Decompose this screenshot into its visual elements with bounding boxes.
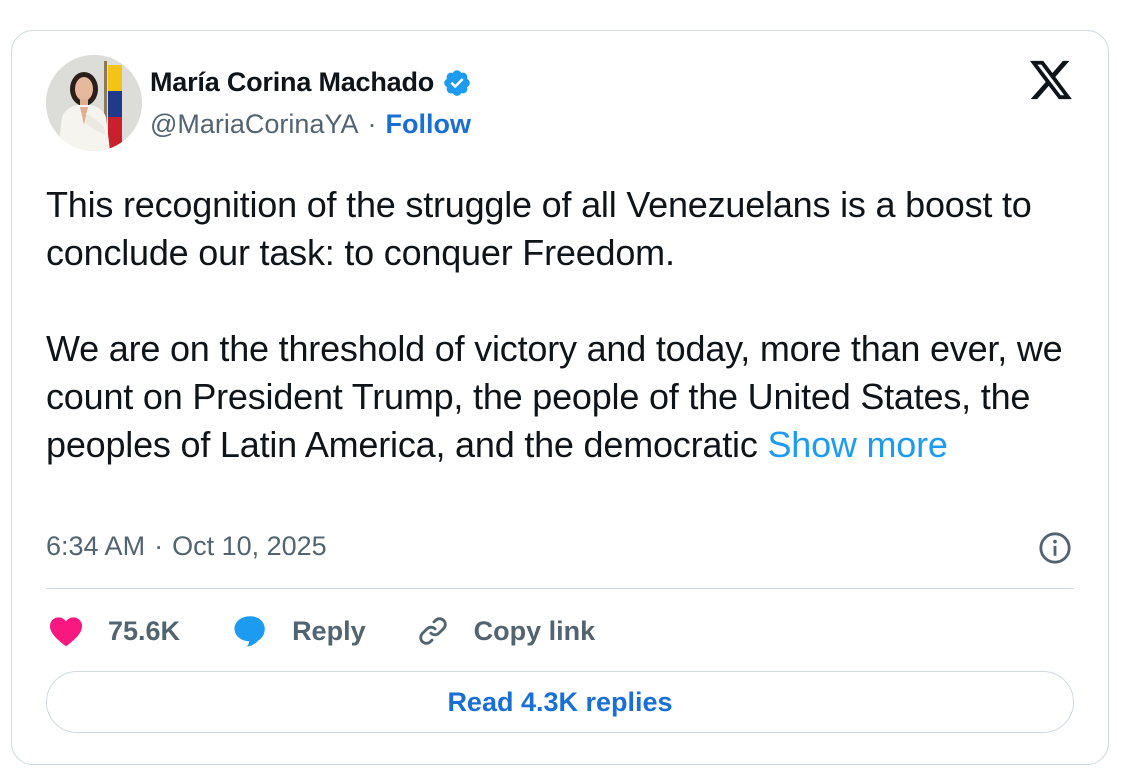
- speech-bubble-icon: [232, 614, 268, 648]
- read-replies-button[interactable]: Read 4.3K replies: [46, 671, 1074, 733]
- show-more-link[interactable]: Show more: [767, 424, 947, 465]
- post-paragraph-1: This recognition of the struggle of all …: [46, 184, 1032, 273]
- post-date: Oct 10, 2025: [172, 531, 327, 561]
- verified-badge-icon: [442, 68, 472, 98]
- link-icon: [416, 614, 450, 648]
- post-timestamp[interactable]: 6:34 AM · Oct 10, 2025: [46, 531, 327, 562]
- separator-dot: ·: [367, 109, 377, 139]
- copy-link-label: Copy link: [473, 615, 596, 646]
- author-name-row: María Corina Machado: [150, 67, 472, 98]
- info-icon[interactable]: [1038, 531, 1072, 565]
- post-time: 6:34 AM: [46, 531, 146, 561]
- post-text: This recognition of the struggle of all …: [46, 181, 1066, 469]
- post-paragraph-2: We are on the threshold of victory and t…: [46, 325, 1066, 469]
- timestamp-separator: ·: [154, 531, 164, 561]
- copy-link-button[interactable]: Copy link: [416, 614, 596, 648]
- reply-label: Reply: [292, 615, 366, 646]
- like-count: 75.6K: [108, 615, 181, 646]
- reply-button[interactable]: Reply: [232, 614, 366, 648]
- author-name[interactable]: María Corina Machado: [150, 67, 434, 98]
- read-replies-label: Read 4.3K replies: [447, 686, 673, 717]
- action-bar: 75.6K Reply Copy link: [48, 605, 595, 657]
- profile-photo: [46, 55, 142, 151]
- author-handle-row: @MariaCorinaYA · Follow: [150, 109, 471, 140]
- x-logo-icon[interactable]: [1028, 59, 1074, 103]
- follow-button[interactable]: Follow: [385, 109, 470, 140]
- author-handle[interactable]: @MariaCorinaYA: [150, 109, 358, 140]
- heart-icon: [48, 615, 84, 647]
- divider: [46, 588, 1074, 589]
- like-button[interactable]: 75.6K: [48, 615, 180, 647]
- author-avatar[interactable]: [46, 55, 142, 151]
- embedded-post-card: María Corina Machado @MariaCorinaYA · Fo…: [11, 30, 1109, 765]
